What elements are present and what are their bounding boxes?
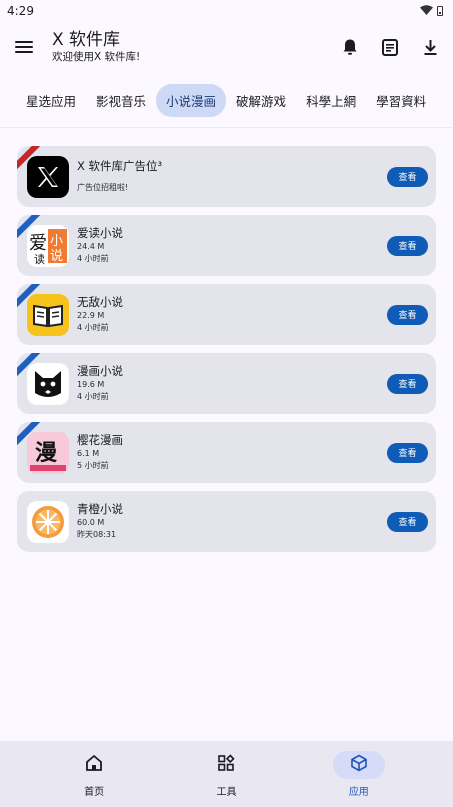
notes-icon[interactable] [380, 37, 400, 57]
app-subtitle: 欢迎使用X 软件库! [52, 51, 141, 63]
tab-study-materials[interactable]: 學習資料 [366, 84, 436, 117]
app-list: X 软件库广告位³ 广告位招租啦! 查看 爱读小说 爱读小说 24.4 M 4 … [17, 146, 436, 560]
tab-cracked-games[interactable]: 破解游戏 [226, 84, 296, 117]
tab-featured[interactable]: 星选应用 [16, 84, 86, 117]
view-button[interactable]: 查看 [387, 511, 428, 532]
category-tabs: 星选应用 影视音乐 小说漫画 破解游戏 科學上網 學習資料 [0, 72, 453, 128]
list-item[interactable]: 漫 樱花漫画 6.1 M 5 小时前 查看 [17, 422, 436, 483]
ribbon [17, 284, 43, 310]
nav-home-label: 首页 [84, 787, 105, 798]
tab-movies-music[interactable]: 影视音乐 [86, 84, 156, 117]
app-updated-time: 5 小时前 [77, 461, 109, 470]
wifi-icon [420, 4, 433, 18]
nav-tools-label: 工具 [216, 787, 237, 798]
cube-icon [350, 754, 368, 776]
list-item[interactable]: 无敌小说 22.9 M 4 小时前 查看 [17, 284, 436, 345]
app-size: 19.6 M [77, 380, 105, 389]
ribbon [17, 215, 43, 241]
status-time: 4:29 [7, 4, 34, 18]
app-name: 樱花漫画 [77, 433, 123, 447]
app-updated-time: 4 小时前 [77, 392, 109, 401]
app-name: 青橙小说 [77, 502, 123, 516]
app-name: 无敌小说 [77, 295, 123, 309]
app-updated-time: 4 小时前 [77, 254, 109, 263]
nav-apps[interactable]: 应用 [314, 741, 404, 807]
app-size: 22.9 M [77, 311, 105, 320]
list-item[interactable]: 青橙小说 60.0 M 昨天08:31 查看 [17, 491, 436, 552]
ad-ribbon [17, 146, 43, 172]
svg-text:小: 小 [50, 234, 63, 249]
app-description: 广告位招租啦! [77, 183, 129, 192]
app-bar: X 软件库 欢迎使用X 软件库! [0, 22, 453, 72]
app-size: 60.0 M [77, 518, 105, 527]
list-item[interactable]: 漫画小说 19.6 M 4 小时前 查看 [17, 353, 436, 414]
app-updated-time: 4 小时前 [77, 323, 109, 332]
battery-icon [437, 6, 443, 16]
app-name: X 软件库广告位³ [77, 159, 163, 173]
svg-text:说: 说 [50, 249, 63, 264]
ribbon [17, 353, 43, 379]
status-bar: 4:29 [0, 0, 453, 22]
home-icon [85, 754, 103, 776]
app-name: 漫画小说 [77, 364, 123, 378]
list-item[interactable]: 爱读小说 爱读小说 24.4 M 4 小时前 查看 [17, 215, 436, 276]
bottom-nav: 首页 工具 应用 [0, 741, 453, 807]
tools-grid-icon [217, 754, 236, 776]
app-size: 6.1 M [77, 449, 100, 458]
view-button[interactable]: 查看 [387, 304, 428, 325]
view-button[interactable]: 查看 [387, 166, 428, 187]
menu-icon[interactable] [14, 39, 34, 55]
ribbon [17, 422, 43, 448]
svg-text:读: 读 [34, 252, 45, 266]
divider [0, 127, 453, 128]
status-icons [420, 4, 443, 18]
bell-icon[interactable] [340, 37, 360, 57]
nav-tools[interactable]: 工具 [181, 741, 271, 807]
tab-novels-comics[interactable]: 小说漫画 [156, 83, 227, 117]
view-button[interactable]: 查看 [387, 235, 428, 256]
view-button[interactable]: 查看 [387, 442, 428, 463]
list-item[interactable]: X 软件库广告位³ 广告位招租啦! 查看 [17, 146, 436, 207]
nav-apps-label: 应用 [348, 787, 369, 798]
app-name: 爱读小说 [77, 226, 123, 240]
app-title: X 软件库 [52, 30, 121, 50]
app-updated-time: 昨天08:31 [77, 530, 117, 539]
view-button[interactable]: 查看 [387, 373, 428, 394]
download-icon[interactable] [420, 37, 440, 57]
title-block: X 软件库 欢迎使用X 软件库! [52, 30, 340, 64]
orange-slice-icon [27, 500, 69, 543]
nav-home[interactable]: 首页 [49, 741, 139, 807]
app-size: 24.4 M [77, 242, 105, 251]
tab-vpn[interactable]: 科學上網 [296, 84, 366, 117]
